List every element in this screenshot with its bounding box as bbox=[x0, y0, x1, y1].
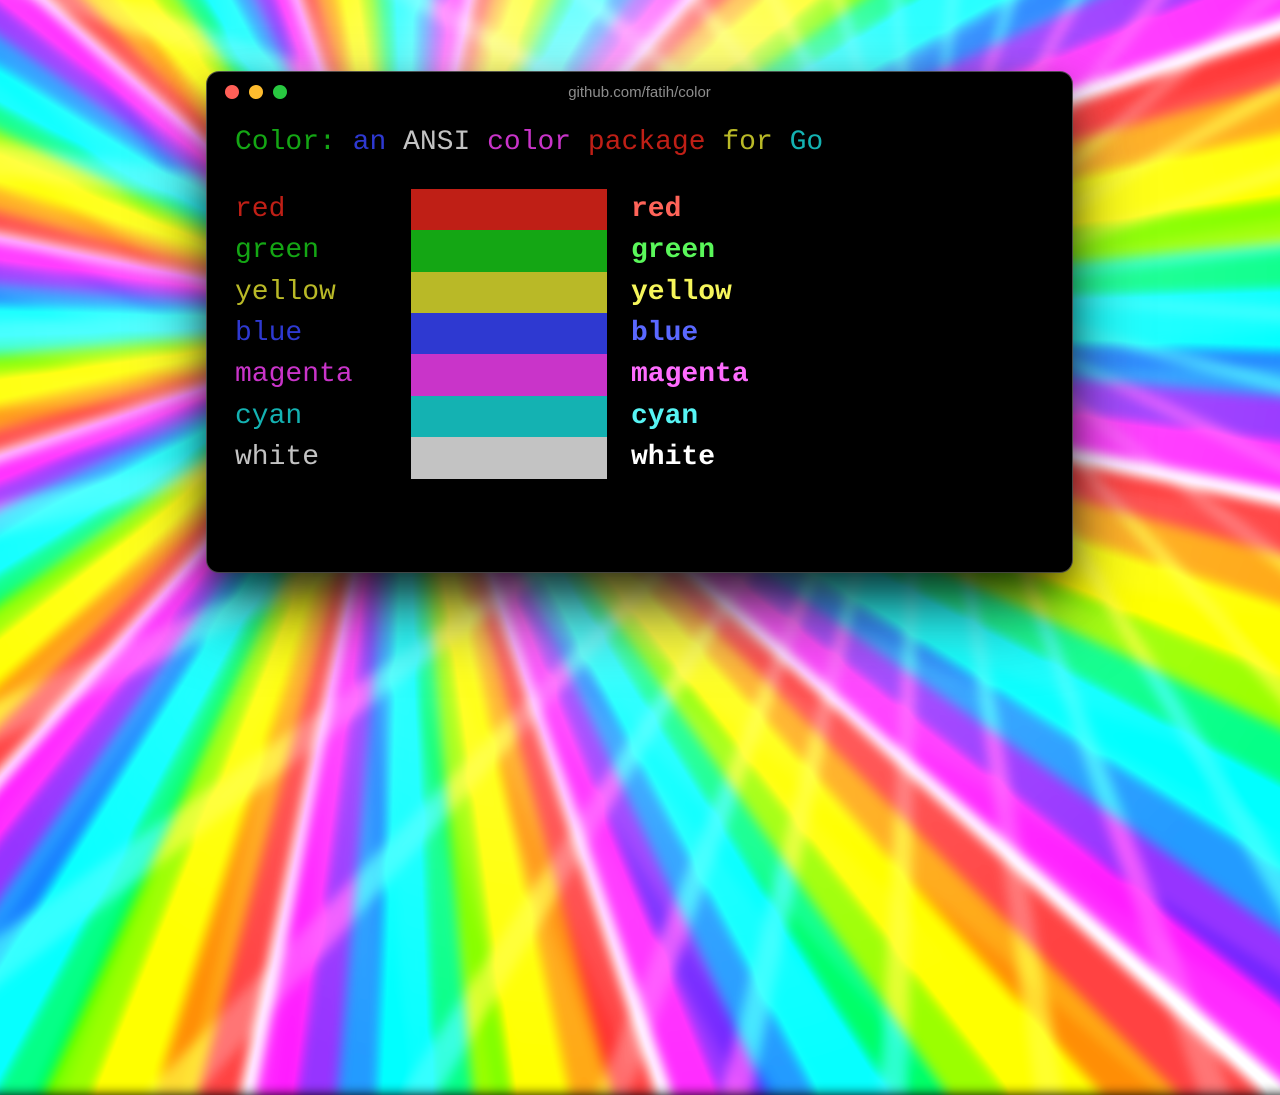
color-label-bold: red bbox=[631, 189, 1044, 230]
color-row: yellow yellow bbox=[235, 272, 1044, 313]
headline-word-4: for bbox=[722, 127, 772, 158]
color-row: cyan cyan bbox=[235, 396, 1044, 437]
color-label-normal: yellow bbox=[235, 272, 411, 313]
color-row: magenta magenta bbox=[235, 354, 1044, 395]
minimize-icon[interactable] bbox=[249, 85, 263, 99]
color-swatch bbox=[411, 354, 607, 395]
headline-word-0: an bbox=[353, 127, 387, 158]
color-swatch bbox=[411, 396, 607, 437]
headline-prefix: Color: bbox=[235, 127, 336, 158]
headline-word-2: color bbox=[487, 127, 571, 158]
color-label-normal: white bbox=[235, 437, 411, 478]
color-row: white white bbox=[235, 437, 1044, 478]
color-swatch bbox=[411, 230, 607, 271]
color-row: red red bbox=[235, 189, 1044, 230]
color-label-normal: magenta bbox=[235, 354, 411, 395]
color-label-bold: magenta bbox=[631, 354, 1044, 395]
close-icon[interactable] bbox=[225, 85, 239, 99]
headline-word-5: Go bbox=[790, 127, 824, 158]
window-titlebar: github.com/fatih/color bbox=[207, 72, 1072, 112]
window-title: github.com/fatih/color bbox=[207, 84, 1072, 101]
color-swatch bbox=[411, 437, 607, 478]
color-swatch bbox=[411, 189, 607, 230]
color-label-bold: green bbox=[631, 230, 1044, 271]
headline: Color: an ANSI color package for Go bbox=[235, 122, 1044, 163]
color-row: green green bbox=[235, 230, 1044, 271]
color-label-bold: blue bbox=[631, 313, 1044, 354]
color-label-bold: yellow bbox=[631, 272, 1044, 313]
color-label-normal: blue bbox=[235, 313, 411, 354]
color-label-normal: green bbox=[235, 230, 411, 271]
traffic-lights bbox=[225, 85, 287, 99]
color-label-bold: white bbox=[631, 437, 1044, 478]
color-label-normal: red bbox=[235, 189, 411, 230]
color-label-normal: cyan bbox=[235, 396, 411, 437]
headline-word-1: ANSI bbox=[403, 127, 470, 158]
color-row: blue blue bbox=[235, 313, 1044, 354]
terminal-window: github.com/fatih/color Color: an ANSI co… bbox=[207, 72, 1072, 572]
zoom-icon[interactable] bbox=[273, 85, 287, 99]
color-label-bold: cyan bbox=[631, 396, 1044, 437]
terminal-body: Color: an ANSI color package for Go red … bbox=[207, 112, 1072, 489]
headline-word-3: package bbox=[588, 127, 706, 158]
color-swatch bbox=[411, 313, 607, 354]
color-swatch bbox=[411, 272, 607, 313]
